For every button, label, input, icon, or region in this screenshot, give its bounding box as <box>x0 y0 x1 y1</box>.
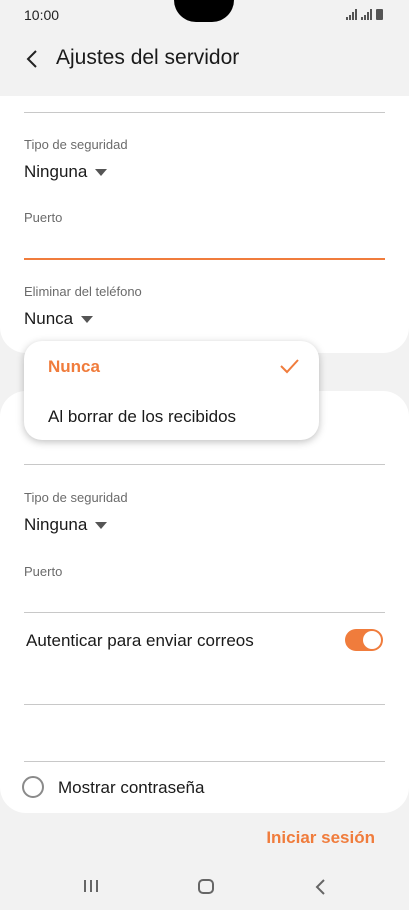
delete-options-popup: Nunca Al borrar de los recibidos <box>24 341 319 440</box>
incoming-server-card: Tipo de seguridad Ninguna Puerto Elimina… <box>0 96 409 353</box>
delete-from-phone-label: Eliminar del teléfono <box>24 284 142 299</box>
page-title: Ajustes del servidor <box>56 46 240 69</box>
login-button[interactable]: Iniciar sesión <box>266 828 375 848</box>
show-password-label: Mostrar contraseña <box>58 778 205 797</box>
signal-icon <box>346 9 357 20</box>
outgoing-security-value: Ninguna <box>24 515 88 534</box>
port-input-underline <box>24 612 385 613</box>
status-bar: 10:00 <box>0 0 409 32</box>
check-icon <box>280 359 299 374</box>
incoming-port-input[interactable] <box>24 230 385 256</box>
divider <box>24 112 385 113</box>
delete-from-phone-dropdown[interactable]: Nunca <box>24 309 94 329</box>
caret-down-icon <box>95 168 108 176</box>
delete-from-phone-value: Nunca <box>24 309 74 328</box>
signal-icon-2 <box>361 9 372 20</box>
back-arrow-icon[interactable] <box>18 44 48 74</box>
auth-send-toggle[interactable] <box>345 629 383 651</box>
caret-down-icon <box>81 315 94 323</box>
outgoing-port-label: Puerto <box>24 564 63 579</box>
auth-send-label: Autenticar para enviar correos <box>26 631 254 650</box>
divider <box>24 704 385 705</box>
popup-option-on-delete-inbox[interactable]: Al borrar de los recibidos <box>48 407 236 427</box>
battery-icon <box>376 9 383 20</box>
camera-notch <box>174 0 234 22</box>
show-password-checkbox[interactable] <box>22 776 44 798</box>
port-input-underline <box>24 258 385 260</box>
caret-down-icon <box>95 521 108 529</box>
divider <box>24 464 385 465</box>
incoming-port-label: Puerto <box>24 210 63 225</box>
nav-back-icon[interactable] <box>313 878 329 896</box>
incoming-security-label: Tipo de seguridad <box>24 137 128 152</box>
toggle-knob <box>363 631 381 649</box>
outgoing-port-input[interactable] <box>24 583 385 609</box>
outgoing-security-dropdown[interactable]: Ninguna <box>24 515 108 535</box>
status-icons <box>346 9 383 20</box>
outgoing-security-label: Tipo de seguridad <box>24 490 128 505</box>
incoming-security-value: Ninguna <box>24 162 88 181</box>
recents-icon[interactable] <box>84 880 98 892</box>
outgoing-server-card: Tipo de seguridad Ninguna Puerto Autenti… <box>0 391 409 813</box>
app-bar: Ajustes del servidor <box>0 32 409 88</box>
incoming-security-dropdown[interactable]: Ninguna <box>24 162 108 182</box>
divider <box>24 761 385 762</box>
status-time: 10:00 <box>24 7 60 23</box>
home-icon[interactable] <box>198 879 214 894</box>
popup-option-never[interactable]: Nunca <box>48 357 100 377</box>
navigation-bar <box>0 860 409 910</box>
